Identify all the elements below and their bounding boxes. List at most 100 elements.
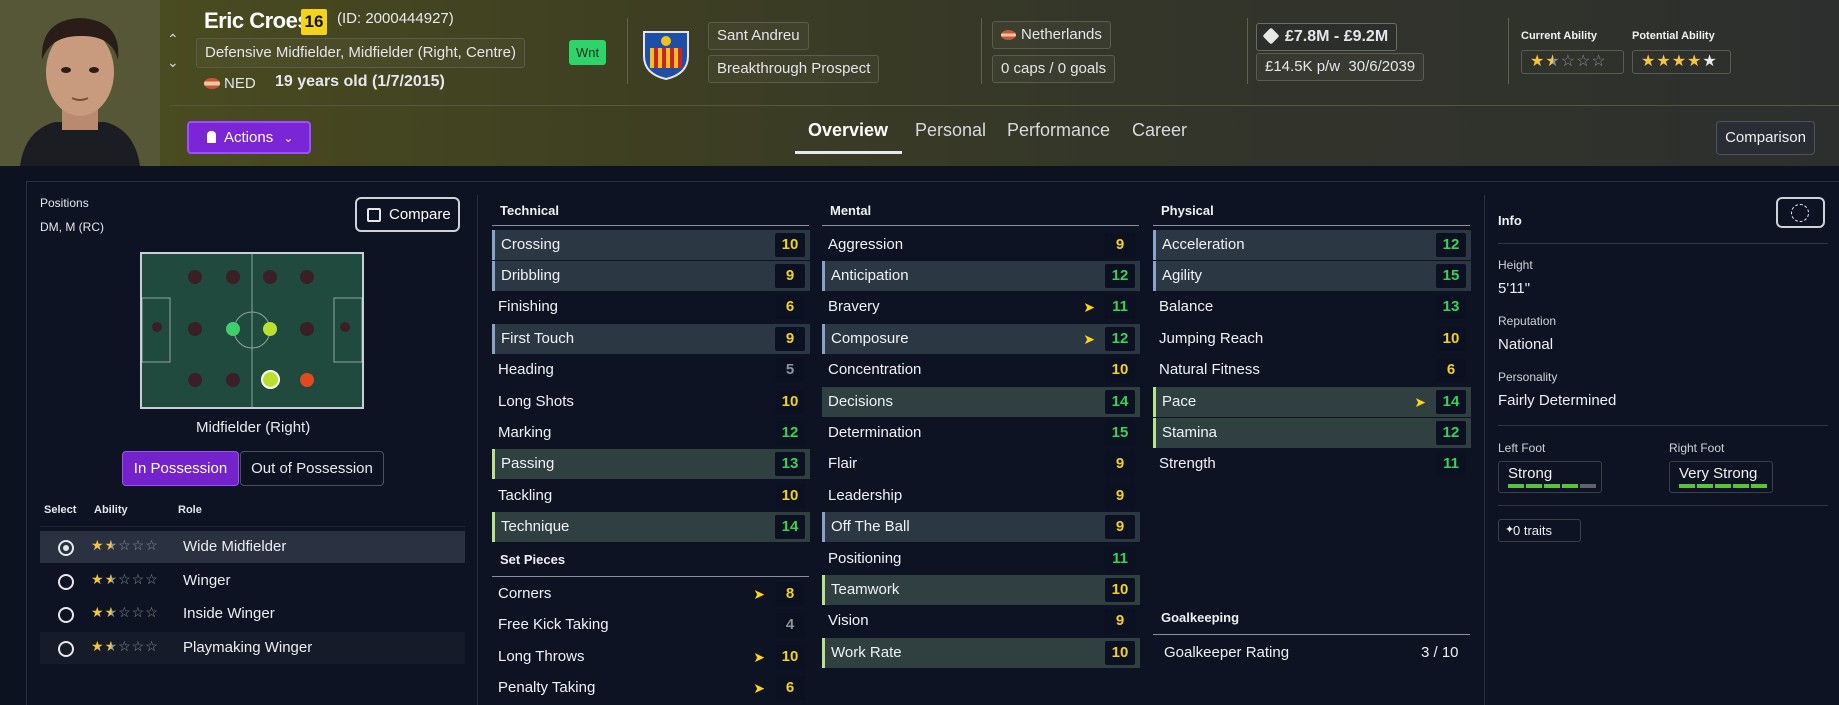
attribute-acceleration[interactable]: Acceleration 12 — [1153, 230, 1471, 260]
pitch-markings — [142, 254, 362, 407]
in-possession-toggle[interactable]: In Possession — [122, 451, 239, 486]
set-pieces-title: Set Pieces — [500, 552, 566, 567]
nationality-short: NED — [204, 75, 256, 92]
traits-button[interactable]: ✦ 0 traits — [1498, 519, 1581, 542]
left-foot-label: Left Foot — [1498, 441, 1546, 455]
foot-strength-segment — [1526, 484, 1542, 488]
role-radio[interactable] — [58, 641, 74, 657]
attribute-strength[interactable]: Strength 11 — [1153, 449, 1471, 479]
attribute-penalty-taking[interactable]: Penalty Taking ➤ 6 — [492, 673, 810, 703]
position-dot-unconvincing[interactable] — [300, 373, 314, 387]
tab-overview[interactable]: Overview — [808, 120, 888, 141]
role-column-header: Role — [178, 504, 202, 516]
club-name-pill[interactable]: Sant Andreu — [708, 22, 809, 50]
attribute-jumping-reach[interactable]: Jumping Reach 10 — [1153, 324, 1471, 354]
role-row[interactable]: ★★☆☆☆ Inside Winger — [40, 598, 465, 630]
position-dot[interactable] — [340, 322, 350, 332]
attribute-teamwork[interactable]: Teamwork 10 — [822, 575, 1140, 605]
position-dot[interactable] — [300, 322, 314, 336]
potential-ability-label: Potential Ability — [1632, 30, 1715, 42]
out-of-possession-toggle[interactable]: Out of Possession — [240, 451, 384, 486]
nation-name[interactable]: Netherlands — [1021, 26, 1102, 43]
position-dot[interactable] — [188, 322, 202, 336]
attribute-technique[interactable]: Technique 14 — [492, 512, 810, 542]
next-player-icon[interactable]: ⌄ — [167, 55, 179, 69]
attribute-free-kick-taking[interactable]: Free Kick Taking 4 — [492, 610, 810, 640]
tab-personal[interactable]: Personal — [915, 120, 986, 141]
position-dot[interactable] — [263, 270, 277, 284]
role-name: Playmaking Winger — [183, 639, 313, 656]
role-radio[interactable] — [58, 607, 74, 623]
nation-pill[interactable]: Netherlands — [992, 21, 1111, 49]
divider — [492, 576, 809, 577]
divider — [1498, 243, 1828, 244]
position-dot[interactable] — [300, 270, 314, 284]
attribute-bravery[interactable]: Bravery ➤ 11 — [822, 292, 1140, 322]
attribute-positioning[interactable]: Positioning 11 — [822, 544, 1140, 574]
previous-player-icon[interactable]: ⌃ — [167, 32, 179, 46]
position-dot[interactable] — [188, 270, 202, 284]
potential-ability-stars: ★★★★★ — [1632, 50, 1731, 74]
compare-button[interactable]: Compare — [355, 197, 460, 232]
position-dot[interactable] — [226, 270, 240, 284]
attribute-leadership[interactable]: Leadership 9 — [822, 481, 1140, 511]
attribute-marking[interactable]: Marking 12 — [492, 418, 810, 448]
attribute-determination[interactable]: Determination 15 — [822, 418, 1140, 448]
attribute-off-the-ball[interactable]: Off The Ball 9 — [822, 512, 1140, 542]
position-dot-selected[interactable] — [261, 370, 280, 389]
role-name: Winger — [183, 572, 231, 589]
club-crest-icon[interactable] — [640, 26, 692, 81]
role-radio[interactable] — [58, 574, 74, 590]
attribute-flair[interactable]: Flair 9 — [822, 449, 1140, 479]
attribute-crossing[interactable]: Crossing 10 — [492, 230, 810, 260]
attribute-long-throws[interactable]: Long Throws ➤ 10 — [492, 642, 810, 672]
tab-career[interactable]: Career — [1132, 120, 1187, 141]
attribute-finishing[interactable]: Finishing 6 — [492, 292, 810, 322]
physical-title: Physical — [1161, 203, 1214, 218]
position-dot-natural[interactable] — [226, 322, 240, 336]
role-ability-stars: ★★☆☆☆ — [91, 537, 159, 553]
club-name[interactable]: Sant Andreu — [717, 27, 800, 44]
attribute-passing[interactable]: Passing 13 — [492, 449, 810, 479]
attribute-tackling[interactable]: Tackling 10 — [492, 481, 810, 511]
attribute-corners[interactable]: Corners ➤ 8 — [492, 579, 810, 609]
personality-value: Fairly Determined — [1498, 392, 1617, 409]
divider — [1153, 225, 1470, 226]
attribute-stamina[interactable]: Stamina 12 — [1153, 418, 1471, 448]
attribute-aggression[interactable]: Aggression 9 — [822, 230, 1140, 260]
position-dot[interactable] — [152, 322, 162, 332]
attribute-long-shots[interactable]: Long Shots 10 — [492, 387, 810, 417]
attribute-balance[interactable]: Balance 13 — [1153, 292, 1471, 322]
attribute-agility[interactable]: Agility 15 — [1153, 261, 1471, 291]
actions-button[interactable]: Actions ⌄ — [187, 121, 311, 154]
role-ability-stars: ★★☆☆☆ — [91, 638, 159, 654]
attribute-heading[interactable]: Heading 5 — [492, 355, 810, 385]
height-label: Height — [1498, 258, 1533, 272]
role-radio-selected[interactable] — [58, 540, 74, 556]
divider — [1498, 505, 1828, 506]
right-foot-box: Very Strong — [1669, 461, 1773, 493]
position-pitch[interactable] — [140, 252, 364, 409]
attribute-concentration[interactable]: Concentration 10 — [822, 355, 1140, 385]
attribute-work-rate[interactable]: Work Rate 10 — [822, 638, 1140, 668]
position-dot[interactable] — [226, 373, 240, 387]
role-row[interactable]: ★★☆☆☆ Wide Midfielder — [40, 531, 465, 563]
attribute-natural-fitness[interactable]: Natural Fitness 6 — [1153, 355, 1471, 385]
position-dot-accomplished[interactable] — [263, 322, 277, 336]
attribute-anticipation[interactable]: Anticipation 12 — [822, 261, 1140, 291]
attribute-dribbling[interactable]: Dribbling 9 — [492, 261, 810, 291]
attribute-composure[interactable]: Composure ➤ 12 — [822, 324, 1140, 354]
traits-count[interactable]: 0 traits — [1513, 523, 1552, 538]
tab-performance[interactable]: Performance — [1007, 120, 1110, 141]
attribute-first-touch[interactable]: First Touch 9 — [492, 324, 810, 354]
role-row[interactable]: ★★☆☆☆ Winger — [40, 565, 465, 597]
attribute-decisions[interactable]: Decisions 14 — [822, 387, 1140, 417]
trend-down-icon: ➤ — [753, 586, 765, 602]
role-row[interactable]: ★★☆☆☆ Playmaking Winger — [40, 632, 465, 664]
attribute-vision[interactable]: Vision 9 — [822, 606, 1140, 636]
trend-down-icon: ➤ — [753, 680, 765, 696]
customize-button[interactable] — [1776, 197, 1825, 228]
attribute-pace[interactable]: Pace ➤ 14 — [1153, 387, 1471, 417]
comparison-button[interactable]: Comparison — [1716, 121, 1815, 155]
position-dot[interactable] — [188, 373, 202, 387]
